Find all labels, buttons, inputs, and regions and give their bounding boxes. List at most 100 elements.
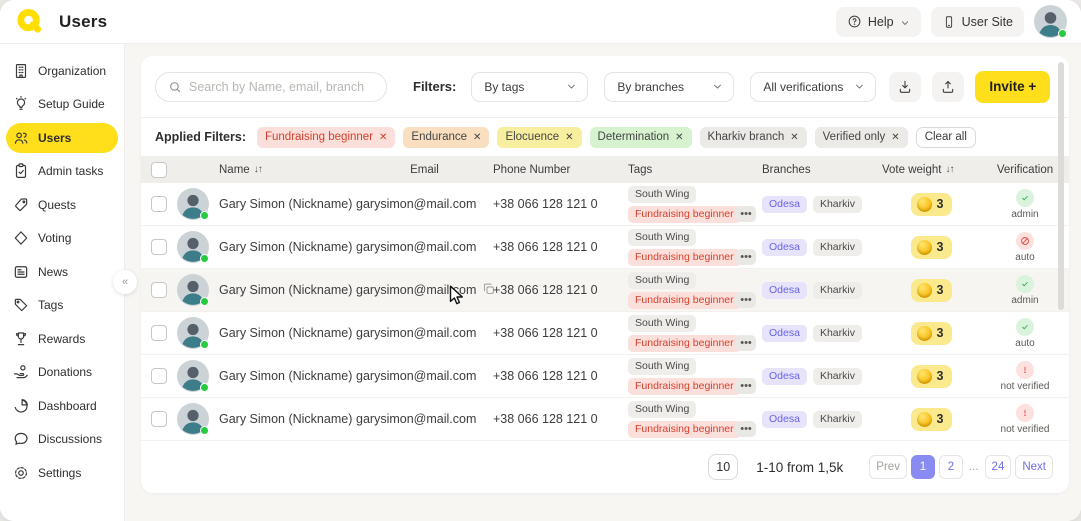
table-row[interactable]: Gary Simon (Nickname) garysimon@mail.com… — [141, 226, 1069, 269]
user-phone: +38 066 128 121 0 — [493, 369, 628, 383]
discussions-icon — [12, 430, 30, 448]
coin-icon — [917, 369, 932, 384]
filter-chip-fundraising-beginner[interactable]: Fundraising beginner✕ — [257, 127, 395, 148]
sort-icon[interactable]: ↓↑ — [945, 164, 953, 175]
table-row[interactable]: Gary Simon (Nickname) garysimon@mail.com… — [141, 269, 1069, 312]
table-row[interactable]: Gary Simon (Nickname) garysimon@mail.com… — [141, 398, 1069, 441]
prev-page-button[interactable]: Prev — [869, 455, 907, 479]
sidebar-item-admin-tasks[interactable]: Admin tasks — [6, 156, 118, 186]
more-tags-button[interactable]: ••• — [736, 206, 756, 222]
filter-chip-endurance[interactable]: Endurance✕ — [403, 127, 489, 148]
sidebar-item-news[interactable]: News — [6, 257, 118, 287]
remove-chip-icon[interactable]: ✕ — [565, 132, 573, 143]
blocked-badge-icon — [1016, 232, 1034, 250]
online-status-dot — [200, 340, 209, 349]
avatar — [177, 360, 209, 392]
filter-chip-kharkiv-branch[interactable]: Kharkiv branch✕ — [700, 127, 807, 148]
users-card: Filters: By tags By branches All verific… — [141, 56, 1069, 493]
row-checkbox[interactable] — [151, 368, 167, 384]
table-row[interactable]: Gary Simon (Nickname) garysimon@mail.com… — [141, 183, 1069, 226]
column-header-vote-weight[interactable]: Vote weight↓↑ — [882, 164, 981, 176]
sort-icon[interactable]: ↓↑ — [254, 164, 262, 175]
coin-icon — [917, 326, 932, 341]
filter-by-tags-select[interactable]: By tags — [471, 72, 588, 102]
remove-chip-icon[interactable]: ✕ — [891, 132, 899, 143]
filter-verifications-select[interactable]: All verifications — [750, 72, 876, 102]
upload-button[interactable] — [932, 72, 964, 102]
branch-pill: Kharkiv — [813, 239, 862, 256]
user-name: Gary Simon (Nickname) — [219, 197, 356, 211]
donations-icon — [12, 363, 30, 381]
column-header-phone: Phone Number — [493, 164, 628, 176]
row-checkbox[interactable] — [151, 411, 167, 427]
more-tags-button[interactable]: ••• — [736, 292, 756, 308]
verification-label: admin — [1011, 295, 1038, 306]
collapse-icon: « — [122, 276, 128, 288]
more-tags-button[interactable]: ••• — [736, 378, 756, 394]
next-page-button[interactable]: Next — [1015, 455, 1053, 479]
online-status-dot — [200, 211, 209, 220]
scrollbar-thumb[interactable] — [1058, 62, 1064, 310]
sidebar-item-organization[interactable]: Organization — [6, 56, 118, 86]
users-icon — [12, 129, 30, 147]
row-checkbox[interactable] — [151, 239, 167, 255]
page-button-24[interactable]: 24 — [985, 455, 1012, 479]
user-site-button[interactable]: User Site — [931, 7, 1024, 37]
row-checkbox[interactable] — [151, 196, 167, 212]
sidebar-item-dashboard[interactable]: Dashboard — [6, 391, 118, 421]
download-button[interactable] — [889, 72, 921, 102]
sidebar-item-users[interactable]: Users — [6, 123, 118, 153]
remove-chip-icon[interactable]: ✕ — [675, 132, 683, 143]
sidebar-item-quests[interactable]: Quests — [6, 190, 118, 220]
page-button-1[interactable]: 1 — [911, 455, 935, 479]
invite-button[interactable]: Invite + — [975, 71, 1050, 103]
filter-chip-verified-only[interactable]: Verified only✕ — [815, 127, 908, 148]
vote-weight-badge: 3 — [911, 193, 953, 216]
profile-avatar[interactable] — [1034, 5, 1067, 38]
pagination: Prev 1 2 ... 24 Next — [869, 455, 1053, 479]
more-tags-button[interactable]: ••• — [736, 421, 756, 437]
branch-pill: Kharkiv — [813, 411, 862, 428]
row-checkbox[interactable] — [151, 325, 167, 341]
tag-pill: South Wing — [628, 186, 696, 203]
sidebar-item-label: Tags — [38, 298, 63, 312]
sidebar-item-setup-guide[interactable]: Setup Guide — [6, 89, 118, 119]
sidebar-item-label: Dashboard — [38, 399, 97, 413]
sidebar-item-tags[interactable]: Tags — [6, 290, 118, 320]
table-row[interactable]: Gary Simon (Nickname) garysimon@mail.com… — [141, 312, 1069, 355]
verification-label: admin — [1011, 209, 1038, 220]
sidebar-item-voting[interactable]: Voting — [6, 223, 118, 253]
filter-by-branches-select[interactable]: By branches — [604, 72, 734, 102]
filter-chip-determination[interactable]: Determination✕ — [590, 127, 692, 148]
clear-all-button[interactable]: Clear all — [916, 127, 976, 148]
verified-badge-icon — [1016, 318, 1034, 336]
sidebar-item-rewards[interactable]: Rewards — [6, 324, 118, 354]
sidebar-collapse-button[interactable]: « — [113, 270, 137, 294]
table-header: Name↓↑ Email Phone Number Tags Branches … — [141, 156, 1069, 183]
filter-chip-elocuence[interactable]: Elocuence✕ — [497, 127, 581, 148]
search-input[interactable] — [189, 80, 374, 94]
select-all-checkbox[interactable] — [151, 162, 167, 178]
remove-chip-icon[interactable]: ✕ — [379, 132, 387, 143]
voting-icon — [12, 229, 30, 247]
tag-pill: South Wing — [628, 401, 696, 418]
chevron-down-icon — [900, 17, 910, 27]
sidebar-item-donations[interactable]: Donations — [6, 357, 118, 387]
column-header-name[interactable]: Name↓↑ — [219, 164, 356, 176]
sidebar-item-settings[interactable]: Settings — [6, 458, 118, 488]
more-tags-button[interactable]: ••• — [736, 249, 756, 265]
page-button-2[interactable]: 2 — [939, 455, 963, 479]
sidebar-item-discussions[interactable]: Discussions — [6, 424, 118, 454]
remove-chip-icon[interactable]: ✕ — [473, 132, 481, 143]
avatar — [177, 274, 209, 306]
help-button[interactable]: Help — [836, 7, 921, 37]
more-tags-button[interactable]: ••• — [736, 335, 756, 351]
page-size-select[interactable]: 10 — [708, 454, 738, 480]
vote-weight-badge: 3 — [911, 408, 953, 431]
user-name: Gary Simon (Nickname) — [219, 240, 356, 254]
coin-icon — [917, 412, 932, 427]
not-verified-badge-icon — [1016, 404, 1034, 422]
remove-chip-icon[interactable]: ✕ — [790, 132, 798, 143]
row-checkbox[interactable] — [151, 282, 167, 298]
table-row[interactable]: Gary Simon (Nickname) garysimon@mail.com… — [141, 355, 1069, 398]
